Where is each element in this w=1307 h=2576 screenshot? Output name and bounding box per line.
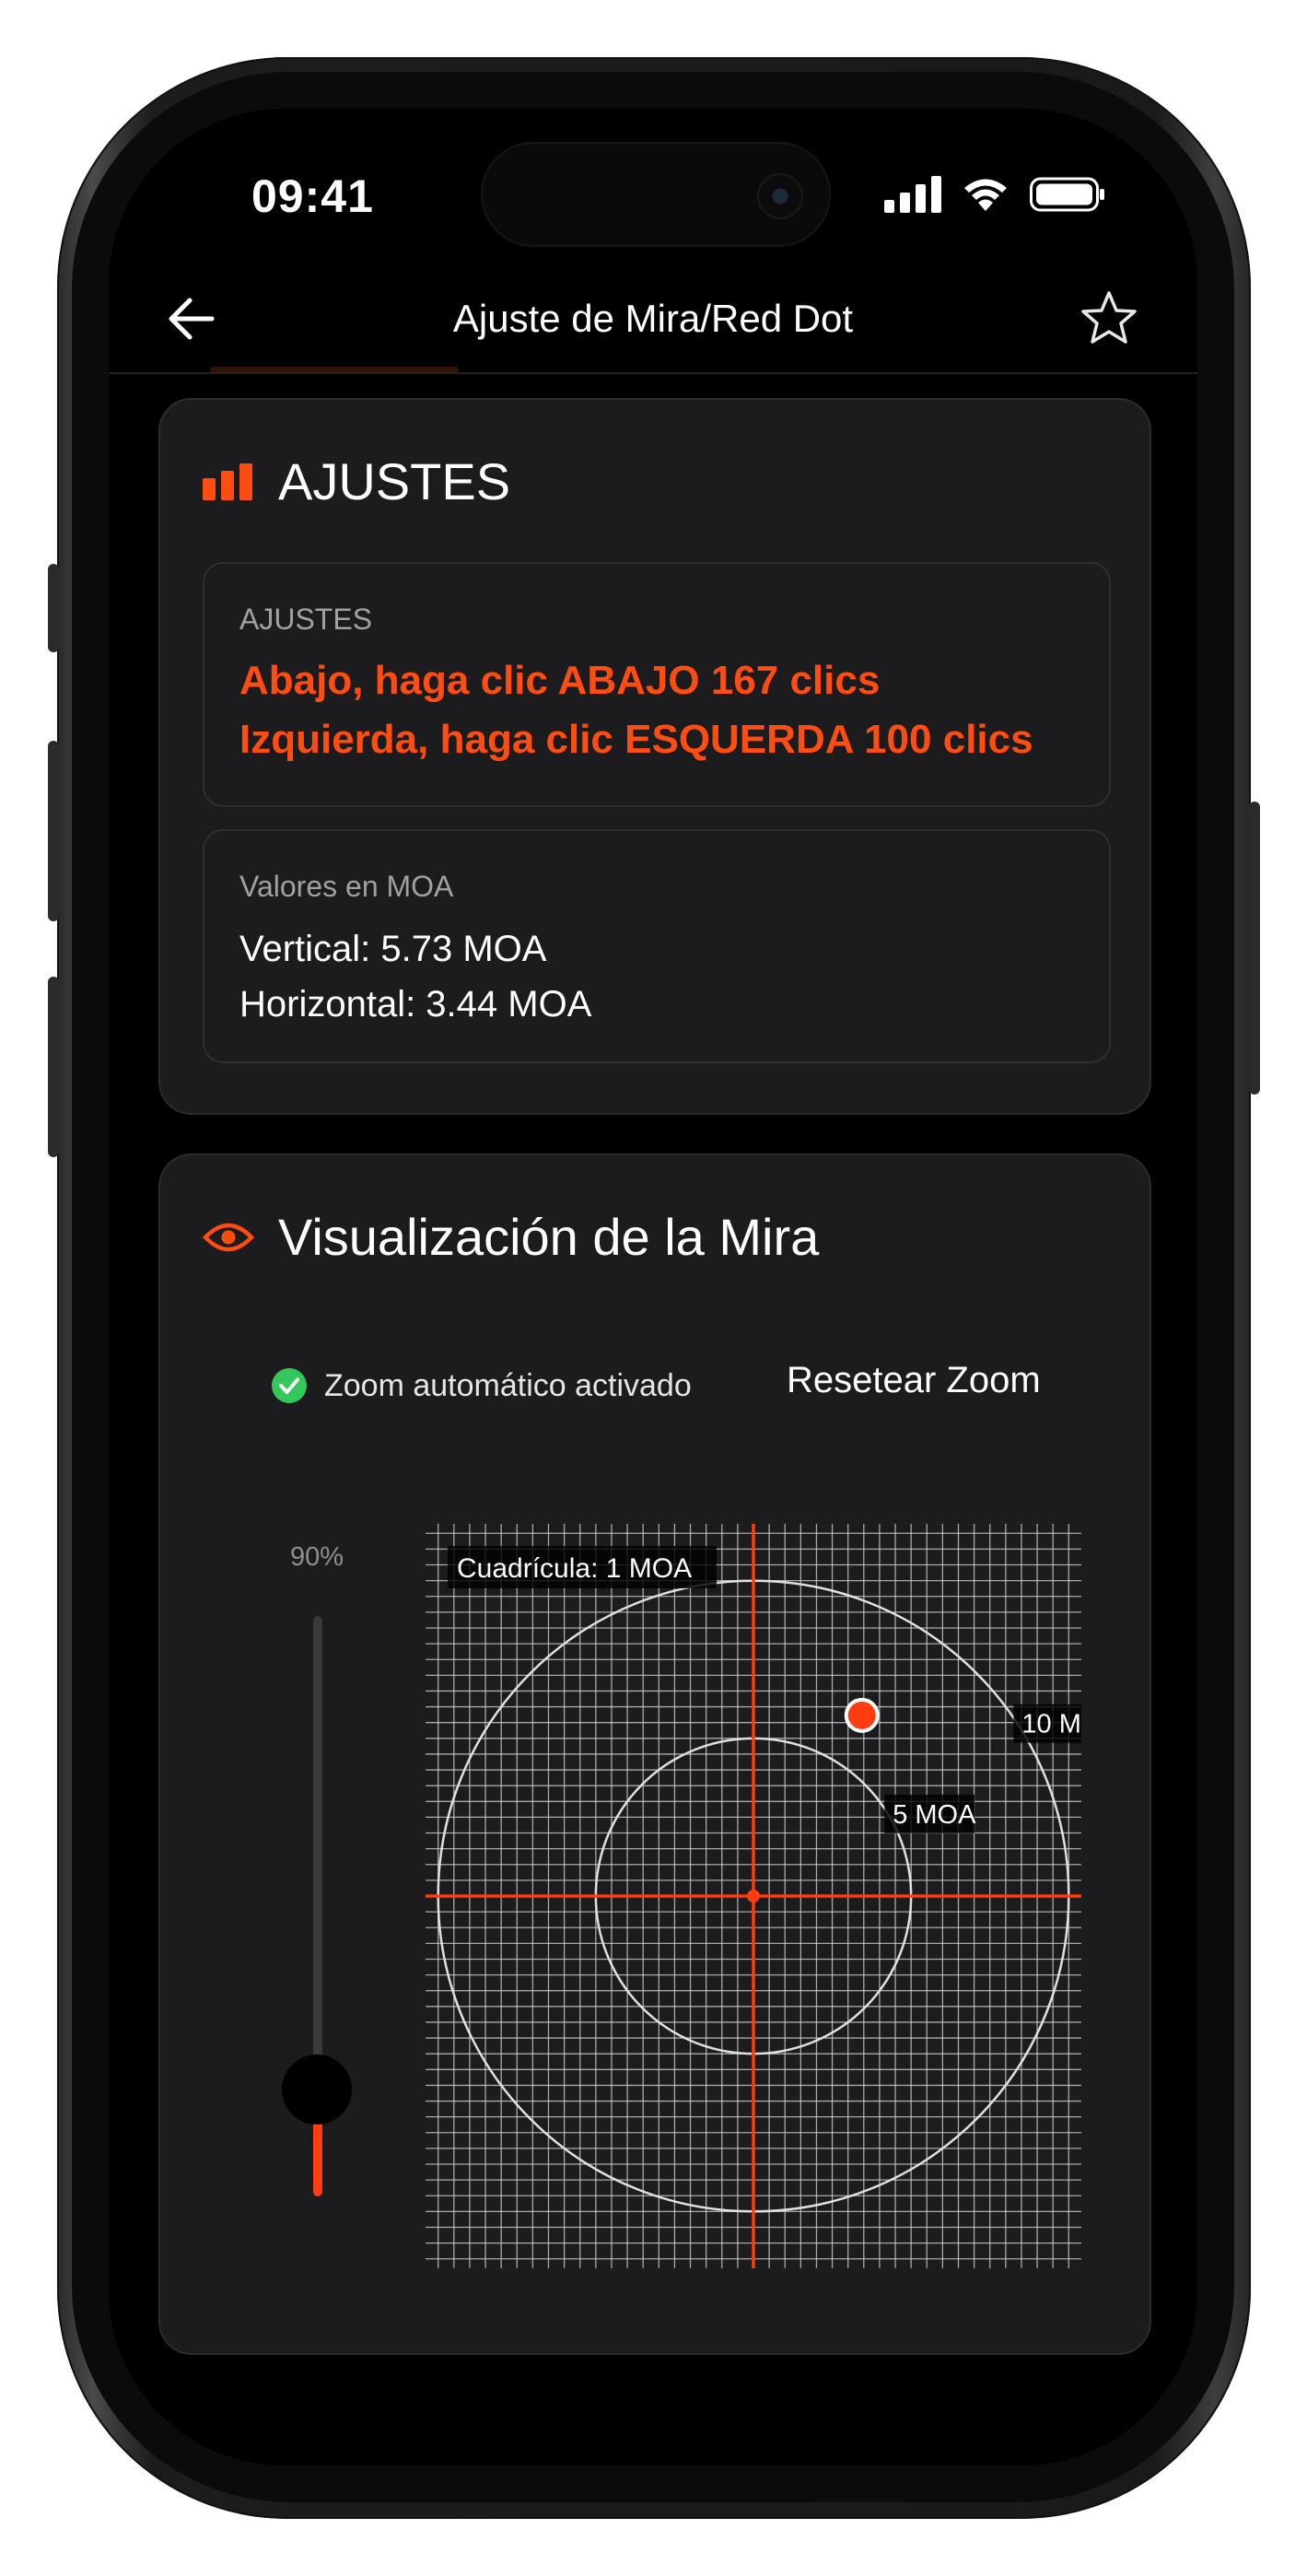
moa-values-label: Valores en MOA	[239, 870, 454, 903]
adjustment-instructions-box: AJUSTES Abajo, haga clic ABAJO 167 clics…	[203, 562, 1111, 807]
side-button-action	[48, 564, 59, 652]
nav-underline	[210, 367, 459, 374]
sight-visualization-card: Visualización de la Mira Zoom automático…	[158, 1153, 1151, 2355]
wifi-icon	[964, 179, 1007, 211]
status-time: 09:41	[251, 170, 374, 222]
impact-point	[844, 1697, 880, 1733]
bar-chart-icon	[203, 463, 252, 500]
instructions-label: AJUSTES	[239, 603, 373, 636]
vertical-instruction: Abajo, haga clic ABAJO 167 clics	[239, 658, 881, 703]
screen: 09:41 Ajuste de Mira/Red Dot AJUSTES AJU…	[109, 109, 1197, 2465]
visualization-card-header: Visualización de la Mira	[203, 1207, 819, 1267]
dynamic-island	[481, 142, 831, 247]
circle-label-2: 10 MOA	[1021, 1710, 1081, 1739]
favorite-button[interactable]	[1074, 284, 1144, 354]
signal-icon	[884, 176, 941, 213]
camera-icon	[757, 173, 803, 219]
star-icon	[1081, 291, 1137, 344]
status-icons	[884, 173, 1105, 216]
horizontal-moa-value: Horizontal: 3.44 MOA	[239, 984, 592, 1025]
zoom-slider-thumb[interactable]	[282, 2055, 352, 2125]
eye-icon	[203, 1223, 254, 1251]
check-circle-icon	[272, 1368, 307, 1403]
crosshair-center	[747, 1890, 760, 1903]
circle-label-1: 5 MOA	[893, 1800, 976, 1830]
adjustments-card-header: AJUSTES	[203, 451, 510, 511]
vertical-moa-value: Vertical: 5.73 MOA	[239, 929, 547, 969]
battery-icon	[1030, 177, 1104, 212]
side-button-volume-down	[48, 977, 59, 1157]
horizontal-instruction: Izquierda, haga clic ESQUERDA 100 clics	[239, 717, 1033, 762]
side-button-volume-up	[48, 741, 59, 921]
sight-grid-chart[interactable]: 5 MOA 10 MOA Cuadrícula: 1 MOA	[426, 1524, 1081, 2268]
page-title: Ajuste de Mira/Red Dot	[452, 297, 854, 340]
reset-zoom-button[interactable]: Resetear Zoom	[787, 1360, 1041, 1401]
auto-zoom-status: Zoom automático activado	[271, 1367, 692, 1404]
grid-label: Cuadrícula: 1 MOA	[457, 1553, 692, 1584]
moa-values-box: Valores en MOA Vertical: 5.73 MOA Horizo…	[203, 829, 1111, 1063]
adjustments-card-title: AJUSTES	[278, 452, 511, 510]
visualization-card-title: Visualización de la Mira	[278, 1208, 820, 1266]
side-button-power	[1249, 802, 1260, 1095]
auto-zoom-text: Zoom automático activado	[324, 1367, 692, 1403]
adjustments-card: AJUSTES AJUSTES Abajo, haga clic ABAJO 1…	[158, 398, 1151, 1115]
zoom-percent-label: 90%	[289, 1542, 344, 1572]
navigation-bar: Ajuste de Mira/Red Dot	[109, 265, 1197, 374]
